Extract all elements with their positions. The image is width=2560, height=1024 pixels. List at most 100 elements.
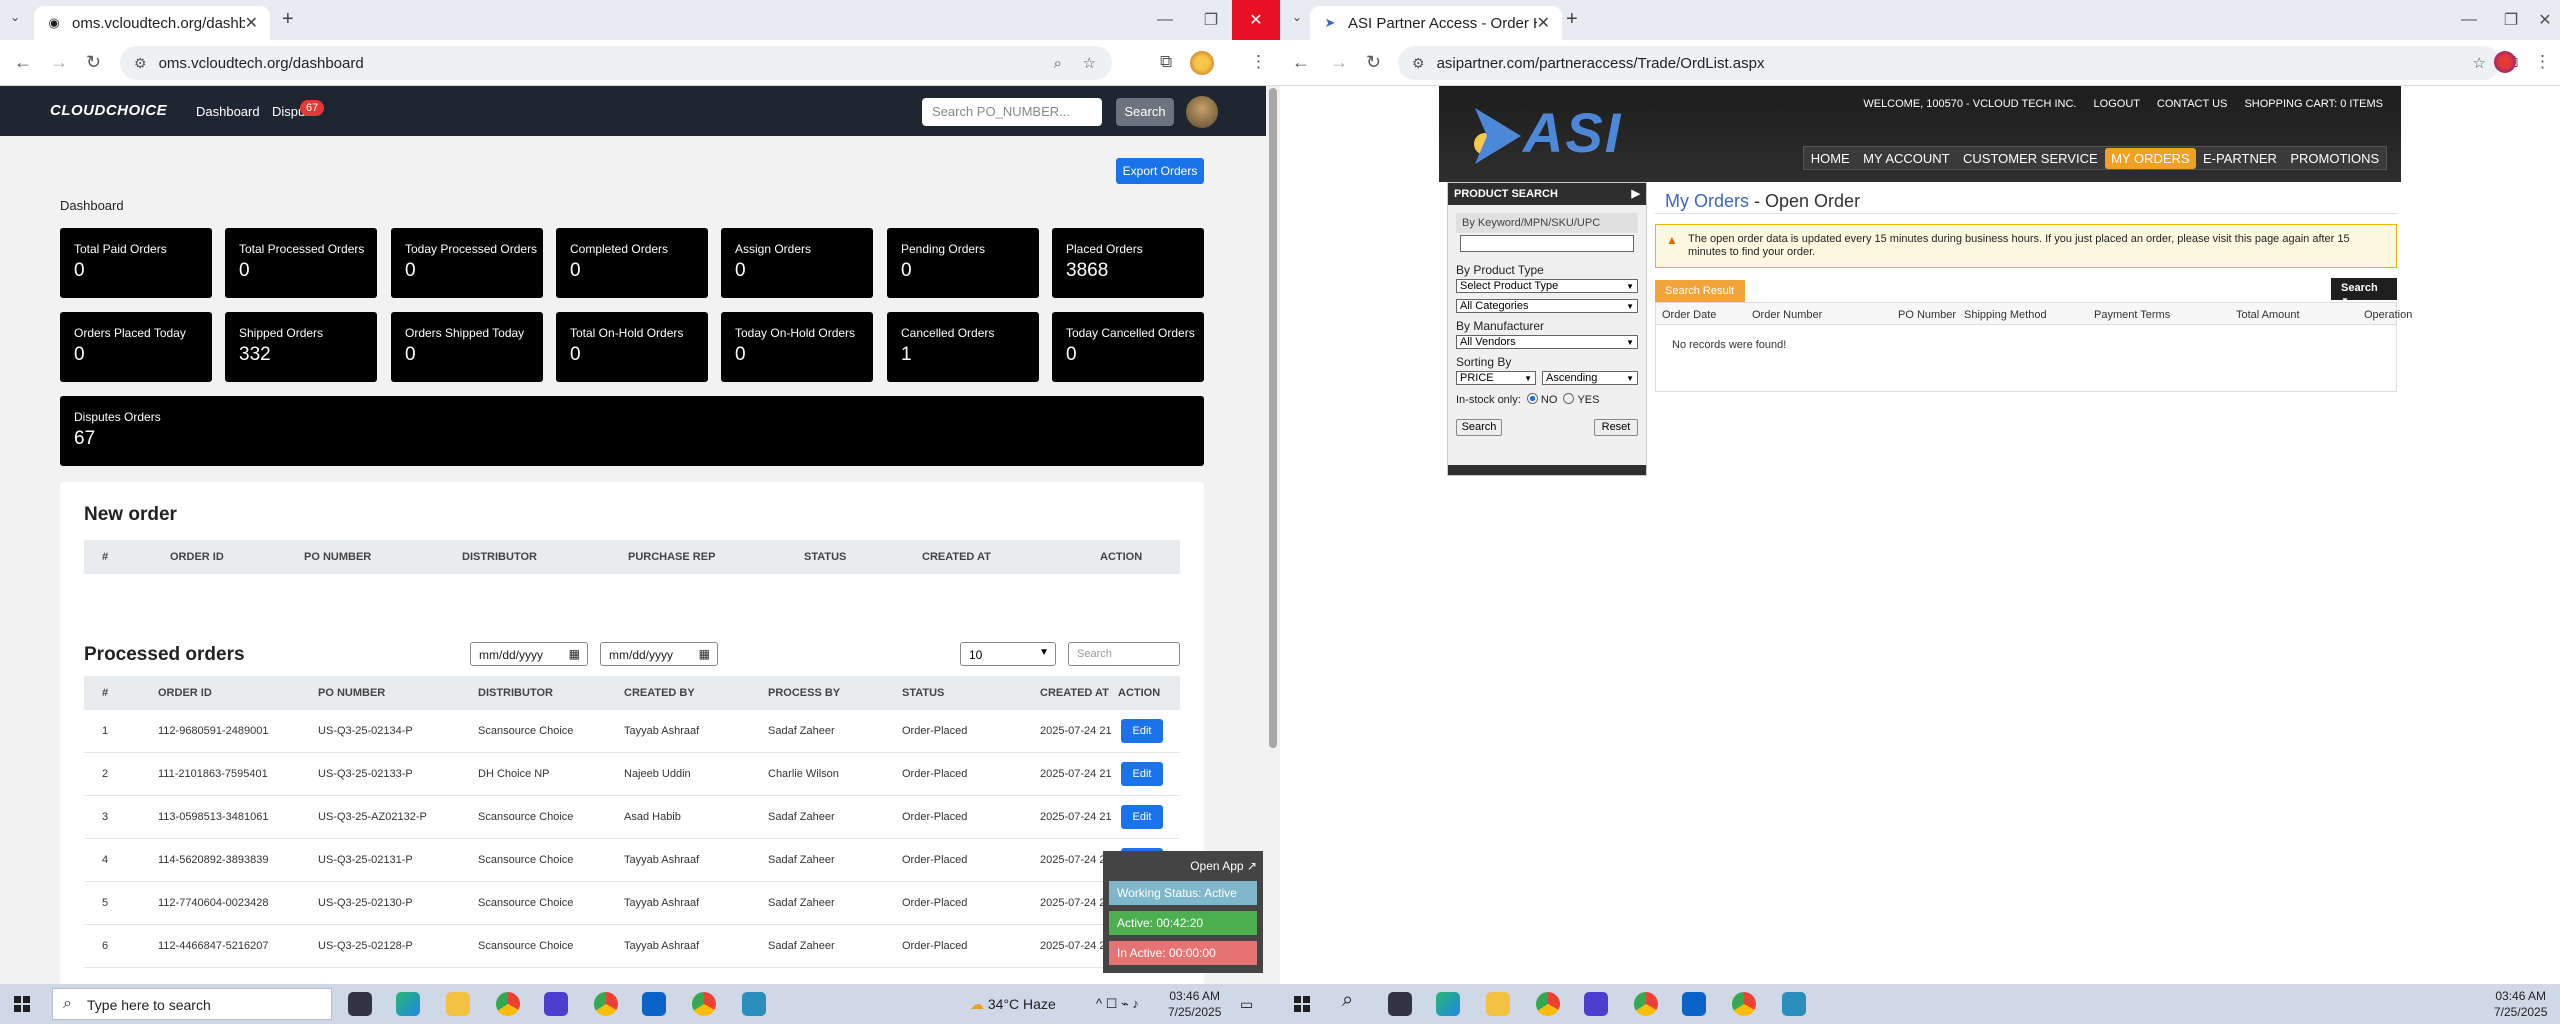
minimize-icon[interactable]: — <box>1140 0 1190 40</box>
search-button[interactable]: Search <box>1116 98 1174 126</box>
keyword-input[interactable] <box>1460 235 1634 252</box>
calendar-icon[interactable]: ▦ <box>569 647 580 661</box>
instock-no-radio[interactable] <box>1526 393 1538 404</box>
task-view-icon[interactable] <box>1388 992 1412 1016</box>
back-icon[interactable]: ← <box>1292 52 1310 73</box>
tab-search-icon[interactable]: ⌄ <box>10 10 20 24</box>
date-to-input[interactable]: mm/dd/yyyy ▦ <box>600 642 718 666</box>
bookmark-star-icon[interactable]: ☆ <box>1083 54 1096 72</box>
chrome-icon[interactable] <box>1634 992 1658 1016</box>
windows-start-icon[interactable] <box>1294 996 1310 1012</box>
my-orders-link[interactable]: My Orders <box>1665 191 1749 211</box>
nav-my-orders[interactable]: MY ORDERS <box>2105 147 2196 169</box>
left-scrollbar[interactable] <box>1266 86 1280 984</box>
nav-e-partner[interactable]: E-PARTNER <box>2197 148 2283 169</box>
reload-icon[interactable]: ↻ <box>86 52 101 73</box>
forward-icon[interactable]: → <box>1330 52 1348 73</box>
maximize-icon[interactable]: ❐ <box>1186 0 1236 40</box>
tab-asi[interactable]: ➤ ASI Partner Access - Order Hist ✕ <box>1310 6 1562 40</box>
calendar-icon[interactable]: ▦ <box>699 647 710 661</box>
zoom-app-icon[interactable] <box>1584 992 1608 1016</box>
shopping-cart-link[interactable]: SHOPPING CART: 0 ITEMS <box>2244 98 2383 110</box>
close-window-icon[interactable]: ✕ <box>1232 0 1280 40</box>
file-explorer-icon[interactable] <box>446 992 470 1016</box>
category-select[interactable]: All Categories ▼ <box>1456 299 1638 313</box>
nav-dashboard[interactable]: Dashboard <box>196 104 260 119</box>
orders-search-button[interactable]: Search ▼ <box>2331 278 2397 305</box>
new-tab-icon[interactable]: + <box>1566 8 1578 31</box>
app-logo[interactable]: CLOUDCHOICE <box>50 102 167 119</box>
open-app-link[interactable]: Open App ↗ <box>1190 859 1257 873</box>
vendor-select[interactable]: All Vendors ▼ <box>1456 335 1638 349</box>
nav-my-account[interactable]: MY ACCOUNT <box>1857 148 1955 169</box>
product-type-select[interactable]: Select Product Type ▼ <box>1456 279 1638 293</box>
new-tab-icon[interactable]: + <box>282 8 294 31</box>
product-search-button[interactable]: Search <box>1456 419 1502 436</box>
nav-customer-service[interactable]: CUSTOMER SERVICE <box>1957 148 2104 169</box>
edge-icon[interactable] <box>396 992 420 1016</box>
url-field[interactable]: ⚙ oms.vcloudtech.org/dashboard ⌕ ☆ <box>120 46 1112 80</box>
bookmark-star-icon[interactable]: ☆ <box>2473 54 2486 72</box>
zoom-app-icon[interactable] <box>544 992 568 1016</box>
chrome-icon[interactable] <box>1732 992 1756 1016</box>
nav-promotions[interactable]: PROMOTIONS <box>2284 148 2385 169</box>
outlook-icon[interactable] <box>1682 992 1706 1016</box>
tab-dashboard[interactable]: ◉ oms.vcloudtech.org/dashboard ✕ <box>34 6 270 40</box>
back-icon[interactable]: ← <box>14 52 32 73</box>
maximize-icon[interactable]: ❐ <box>2486 0 2536 40</box>
right-scrollbar[interactable] <box>2546 86 2560 984</box>
chrome-icon[interactable] <box>692 992 716 1016</box>
export-orders-button[interactable]: Export Orders <box>1116 158 1204 184</box>
date-from-input[interactable]: mm/dd/yyyy ▦ <box>470 642 588 666</box>
menu-icon[interactable]: ⋮ <box>1250 52 1267 72</box>
left-clock[interactable]: 03:46 AM 7/25/2025 <box>1168 988 1221 1020</box>
po-search-input[interactable]: Search PO_NUMBER... <box>922 98 1102 126</box>
system-tray-icons[interactable]: ^ ☐ ⌁ ♪ <box>1096 996 1139 1012</box>
profile-avatar[interactable] <box>1190 51 1214 75</box>
menu-icon[interactable]: ⋮ <box>2534 52 2551 72</box>
file-explorer-icon[interactable] <box>1486 992 1510 1016</box>
search-result-tab[interactable]: Search Result <box>1655 280 1745 302</box>
arrow-right-icon[interactable]: ▶ <box>1632 187 1640 200</box>
page-size-select[interactable]: 10 ▼ <box>960 642 1056 666</box>
close-tab-icon[interactable]: ✕ <box>1537 13 1550 33</box>
edge-icon[interactable] <box>1436 992 1460 1016</box>
tab-search-icon[interactable]: ⌄ <box>1292 10 1302 24</box>
right-clock[interactable]: 03:46 AM 7/25/2025 <box>2494 988 2547 1020</box>
user-avatar[interactable] <box>1186 96 1218 128</box>
forward-icon[interactable]: → <box>50 52 68 73</box>
windows-start-icon[interactable] <box>14 996 30 1012</box>
weather-widget[interactable]: ☁ 34°C Haze <box>970 996 1056 1012</box>
chrome-icon[interactable] <box>496 992 520 1016</box>
chrome-icon[interactable] <box>594 992 618 1016</box>
edit-button[interactable]: Edit <box>1121 805 1163 829</box>
outlook-icon[interactable] <box>642 992 666 1016</box>
url-field[interactable]: ⚙ asipartner.com/partneraccess/Trade/Ord… <box>1398 46 2500 80</box>
notifications-icon[interactable]: ▭ <box>1240 996 1253 1012</box>
zoom-icon[interactable]: ⌕ <box>1054 55 1062 72</box>
scrollbar-thumb[interactable] <box>1269 88 1277 748</box>
sort-order-select[interactable]: Ascending ▼ <box>1542 371 1638 385</box>
app-icon[interactable] <box>742 992 766 1016</box>
processed-search-input[interactable]: Search <box>1068 642 1180 666</box>
close-tab-icon[interactable]: ✕ <box>245 13 258 33</box>
profile-avatar[interactable] <box>2494 51 2516 73</box>
extensions-icon[interactable]: ⧉ <box>1160 52 1172 72</box>
sort-field-select[interactable]: PRICE ▼ <box>1456 371 1536 385</box>
instock-yes-radio[interactable] <box>1563 393 1575 404</box>
reset-button[interactable]: Reset <box>1594 419 1638 436</box>
chrome-icon[interactable] <box>1536 992 1560 1016</box>
app-icon[interactable] <box>1782 992 1806 1016</box>
logout-link[interactable]: LOGOUT <box>2094 98 2140 110</box>
task-view-icon[interactable] <box>348 992 372 1016</box>
site-info-icon[interactable]: ⚙ <box>134 55 147 72</box>
search-icon[interactable]: ⌕ <box>1342 990 1353 1010</box>
asi-logo[interactable]: ASI <box>1465 96 1665 168</box>
site-info-icon[interactable]: ⚙ <box>1412 55 1425 72</box>
close-window-icon[interactable]: ✕ <box>2530 0 2560 40</box>
reload-icon[interactable]: ↻ <box>1366 52 1381 73</box>
taskbar-search[interactable]: ⌕ Type here to search <box>52 988 332 1020</box>
contact-us-link[interactable]: CONTACT US <box>2157 98 2228 110</box>
edit-button[interactable]: Edit <box>1121 762 1163 786</box>
edit-button[interactable]: Edit <box>1121 719 1163 743</box>
